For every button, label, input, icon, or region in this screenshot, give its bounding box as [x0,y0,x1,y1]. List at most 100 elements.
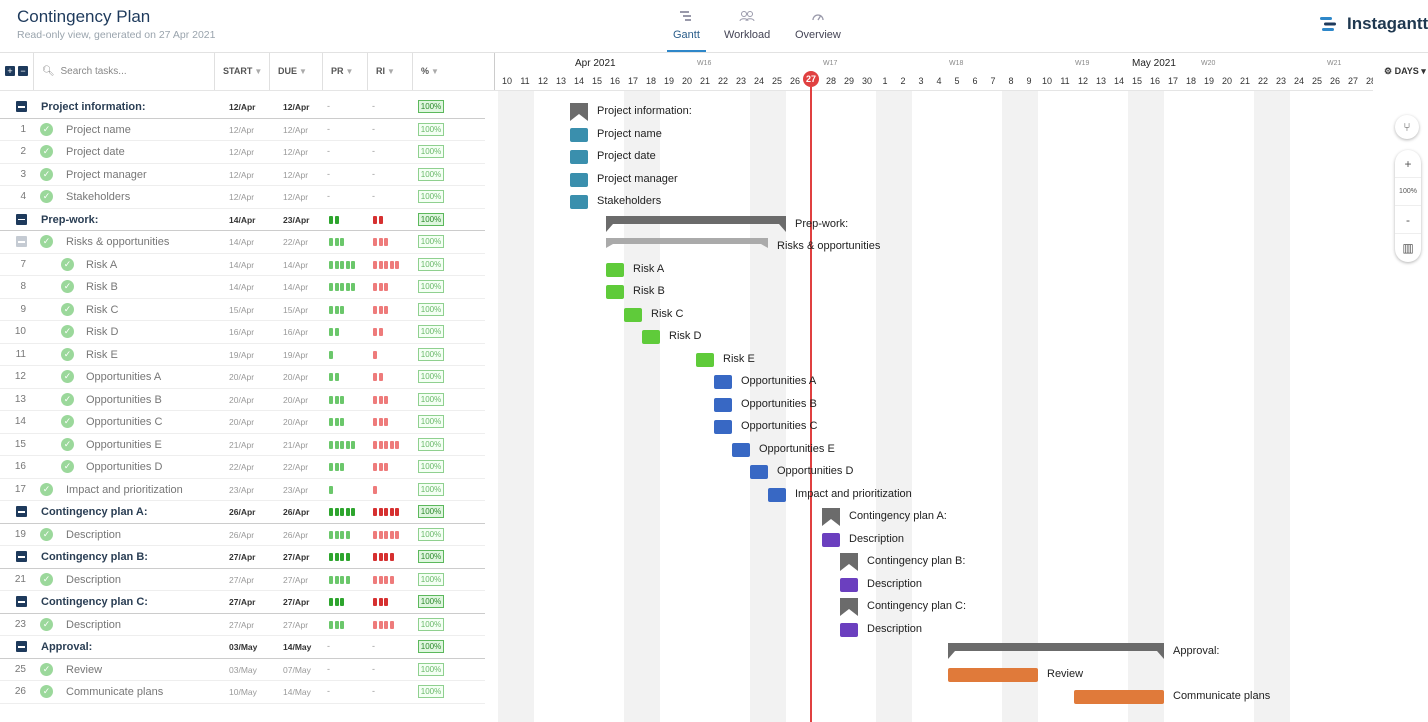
scale-selector[interactable]: ⚙ DAYS ▾ [1384,66,1426,77]
due-date[interactable]: 26/Apr [283,530,308,540]
risk-empty[interactable]: - [372,146,375,156]
column-ri[interactable]: RI ▼ [368,53,413,90]
priority-indicator[interactable] [329,485,333,494]
column-pct[interactable]: % ▼ [413,53,495,90]
start-date[interactable]: 14/Apr [229,260,254,270]
priority-indicator[interactable] [329,260,355,269]
risk-indicator[interactable] [373,350,377,359]
complete-check-icon[interactable]: ✓ [61,437,74,451]
complete-check-icon[interactable]: ✓ [40,145,53,158]
complete-check-icon[interactable]: ✓ [61,347,74,361]
task-row[interactable]: 1 ✓ Project name 12/Apr 12/Apr - - 100% [0,119,485,141]
priority-indicator[interactable] [329,440,355,449]
collapse-all-button[interactable]: − [18,66,28,76]
task-bar[interactable] [624,307,642,322]
complete-check-icon[interactable]: ✓ [40,482,53,496]
start-date[interactable]: 03/May [229,642,257,652]
task-name[interactable]: Opportunities E [86,439,162,451]
due-date[interactable]: 14/May [283,687,311,697]
task-name[interactable]: Approval: [41,641,92,653]
task-row[interactable]: 17 ✓ Impact and prioritization 23/Apr 23/Apr… [0,479,485,501]
risk-indicator[interactable] [373,373,383,381]
complete-check-icon[interactable]: ✓ [40,190,53,203]
task-bar[interactable] [840,577,858,592]
priority-indicator[interactable] [329,215,339,224]
task-name[interactable]: Contingency plan A: [41,506,148,518]
task-row[interactable]: 26 ✓ Communicate plans 10/May 14/May - - 100% [0,681,485,704]
start-date[interactable]: 27/Apr [229,575,254,585]
priority-empty[interactable]: - [327,191,330,201]
start-date[interactable]: 27/Apr [229,597,255,607]
priority-empty[interactable]: - [327,641,330,651]
task-bar[interactable] [714,375,732,389]
risk-indicator[interactable] [373,328,383,336]
start-date[interactable]: 27/Apr [229,620,254,630]
group-bar[interactable] [948,643,1164,664]
collapse-group-icon[interactable] [16,506,27,517]
due-date[interactable]: 26/Apr [283,507,309,517]
complete-check-icon[interactable]: ✓ [61,302,74,316]
risk-empty[interactable]: - [372,686,375,696]
task-bar[interactable] [570,172,588,187]
due-date[interactable]: 12/Apr [283,170,308,180]
task-name[interactable]: Opportunities B [86,394,162,406]
risk-indicator[interactable] [373,508,399,516]
start-date[interactable]: 14/Apr [229,215,255,225]
risk-indicator[interactable] [373,440,399,449]
collapse-group-icon[interactable] [16,213,27,225]
due-date[interactable]: 12/Apr [283,147,308,157]
task-bar[interactable] [714,420,732,434]
start-date[interactable]: 15/Apr [229,305,254,315]
priority-empty[interactable]: - [327,101,330,111]
priority-indicator[interactable] [329,620,344,629]
task-name[interactable]: Description [66,574,121,586]
task-row[interactable]: 25 ✓ Review 03/May 07/May - - 100% [0,659,485,681]
task-name[interactable]: Project date [66,146,125,158]
start-date[interactable]: 12/Apr [229,147,254,157]
complete-check-icon[interactable]: ✓ [40,122,53,136]
due-date[interactable]: 21/Apr [283,440,308,450]
task-row[interactable]: 13 ✓ Opportunities B 20/Apr 20/Apr 100% [0,389,485,411]
task-row[interactable]: 19 ✓ Description 26/Apr 26/Apr 100% [0,524,485,546]
risk-empty[interactable]: - [372,191,375,201]
priority-indicator[interactable] [329,283,355,291]
due-date[interactable]: 23/Apr [283,215,309,225]
task-name[interactable]: Project information: [41,101,146,113]
complete-check-icon[interactable]: ✓ [40,685,53,698]
priority-indicator[interactable] [329,463,344,471]
dependencies-button[interactable]: ⑂ [1395,115,1419,139]
risk-indicator[interactable] [373,283,388,291]
priority-indicator[interactable] [329,508,355,516]
due-date[interactable]: 27/Apr [283,552,309,562]
complete-check-icon[interactable]: ✓ [40,235,53,248]
group-milestone[interactable] [570,103,588,121]
task-name[interactable]: Contingency plan C: [41,596,148,608]
risk-empty[interactable]: - [372,101,375,111]
risk-empty[interactable]: - [372,124,375,134]
risk-empty[interactable]: - [372,664,375,674]
due-date[interactable]: 12/Apr [283,192,308,202]
task-bar[interactable] [606,262,624,277]
task-bar[interactable] [768,487,786,502]
zoom-in-button[interactable]: + [1395,150,1421,178]
task-name[interactable]: Impact and prioritization [66,484,183,496]
task-name[interactable]: Review [66,664,102,676]
risk-indicator[interactable] [373,620,394,629]
task-name[interactable]: Risks & opportunities [66,236,169,248]
task-row[interactable]: 2 ✓ Project date 12/Apr 12/Apr - - 100% [0,141,485,164]
due-date[interactable]: 27/Apr [283,620,308,630]
complete-check-icon[interactable]: ✓ [61,370,74,383]
start-date[interactable]: 12/Apr [229,192,254,202]
task-row[interactable]: 12 ✓ Opportunities A 20/Apr 20/Apr 100% [0,366,485,389]
group-milestone[interactable] [840,553,858,571]
risk-indicator[interactable] [373,215,383,224]
priority-indicator[interactable] [329,598,344,606]
priority-indicator[interactable] [329,530,350,539]
start-date[interactable]: 27/Apr [229,552,255,562]
complete-check-icon[interactable]: ✓ [61,392,74,406]
task-bar[interactable] [642,330,660,344]
complete-check-icon[interactable]: ✓ [40,662,53,676]
task-row[interactable]: ✓ Risks & opportunities 14/Apr 22/Apr 100% [0,231,485,254]
due-date[interactable]: 20/Apr [283,395,308,405]
tab-gantt[interactable]: Gantt [667,10,706,52]
